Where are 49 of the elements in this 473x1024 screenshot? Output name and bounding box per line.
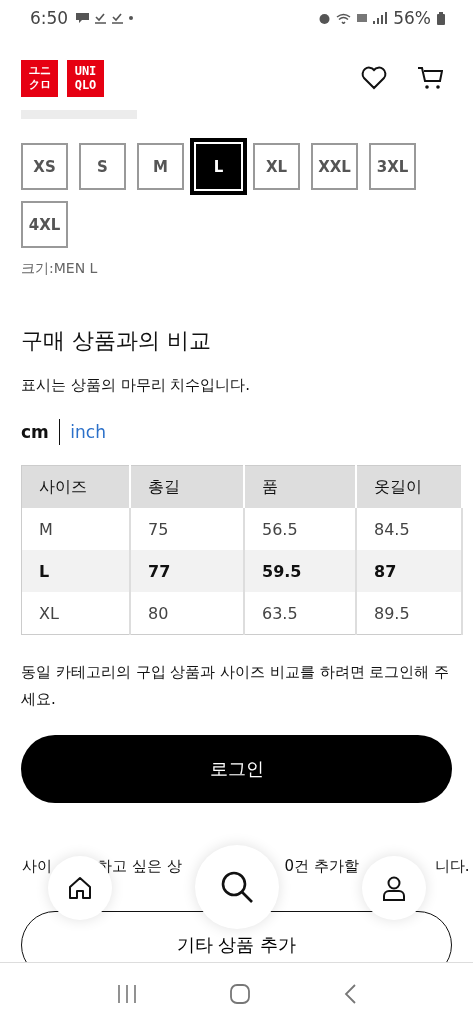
search-icon [220, 870, 254, 904]
table-cell: 63.5 [244, 592, 356, 635]
login-button[interactable]: 로그인 [21, 735, 452, 803]
home-nav-icon[interactable] [229, 983, 252, 1005]
table-cell: 59.5 [244, 550, 356, 592]
size-option[interactable]: XL [253, 143, 300, 190]
wifi-icon [336, 12, 352, 24]
size-option[interactable]: M [137, 143, 184, 190]
size-option[interactable]: XS [21, 143, 68, 190]
unit-link[interactable]: inch [70, 422, 106, 442]
person-icon [381, 875, 407, 901]
table-cell: 87 [356, 550, 462, 592]
cart-icon[interactable] [417, 66, 443, 90]
table-cell: XL [21, 592, 130, 635]
recent-apps-icon[interactable] [115, 984, 138, 1004]
size-option[interactable]: 4XL [21, 201, 68, 248]
section-subtitle: 표시는 상품의 마무리 치수입니다. [21, 376, 252, 395]
check-icon [95, 12, 107, 24]
add-note-fragment: 니다. [434, 856, 470, 877]
dot-icon [129, 16, 134, 20]
size-option[interactable]: 3XL [369, 143, 416, 190]
battery-percent: 56% [393, 8, 431, 28]
logo[interactable]: ユニ クロ UNI QLO [21, 59, 104, 97]
chat-icon [76, 12, 90, 24]
column-header: 총길 [130, 465, 244, 508]
table-cell: 80 [130, 592, 244, 635]
column-header: 품 [244, 465, 356, 508]
heart-icon[interactable] [361, 66, 387, 90]
login-note: 동일 카테고리의 구입 상품과 사이즈 비교를 하려면 로그인해 주세요. [21, 662, 451, 710]
table-cell: 77 [130, 550, 244, 592]
size-option[interactable]: L [190, 138, 247, 195]
status-time: 6:50 [30, 8, 69, 28]
column-header: 사이즈 [21, 465, 130, 508]
check-icon [112, 12, 124, 24]
add-note-fragment: 0건 추가할 [284, 856, 359, 877]
column-header: 옷길이 [356, 465, 462, 508]
add-product-button[interactable]: 기타 상품 추가 [21, 911, 452, 962]
unit-link[interactable]: cm [21, 422, 49, 442]
signal-icon [373, 12, 388, 24]
size-caption: 크기:MEN L [20, 259, 99, 278]
home-icon [67, 875, 93, 901]
section-title: 구매 상품과의 비교 [21, 327, 212, 355]
battery-icon [437, 11, 445, 25]
table-cell: 89.5 [356, 592, 462, 635]
size-option[interactable]: XXL [311, 143, 358, 190]
back-icon[interactable] [343, 983, 358, 1005]
table-cell: L [21, 550, 130, 592]
add-note-fragment: 사이 [22, 856, 52, 877]
size-option[interactable]: S [79, 143, 126, 190]
